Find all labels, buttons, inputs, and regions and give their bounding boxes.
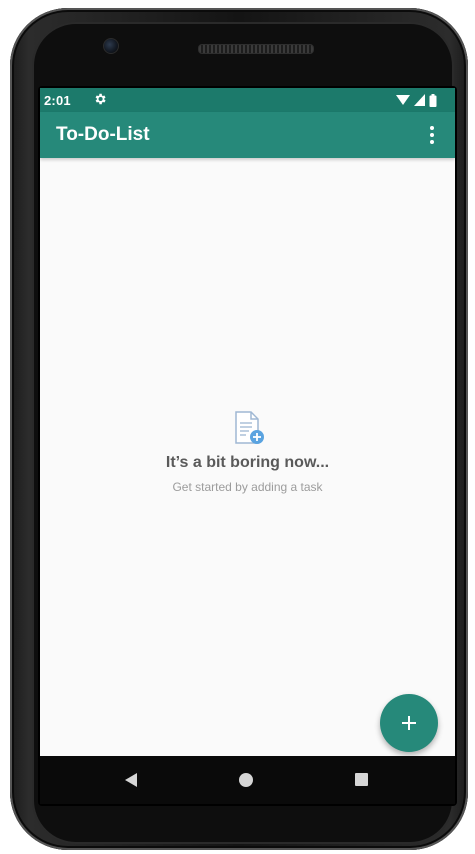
home-icon[interactable] (239, 773, 253, 787)
app-title: To-Do-List (56, 124, 150, 145)
battery-icon (429, 93, 437, 107)
empty-state-title: It’s a bit boring now... (165, 454, 330, 471)
add-task-fab[interactable] (380, 694, 438, 752)
recents-icon[interactable] (355, 773, 368, 786)
add-document-icon (234, 411, 264, 444)
app-screen: 2:01 To-Do-List It’s a bit boring now...… (40, 88, 455, 756)
navigation-bar (40, 756, 455, 804)
overflow-menu-icon[interactable] (419, 121, 445, 149)
status-indicators (396, 93, 437, 107)
status-bar: 2:01 (40, 88, 455, 112)
cellular-signal-icon (414, 94, 425, 106)
plus-icon (402, 716, 416, 730)
settings-gear-icon (95, 93, 106, 105)
back-icon[interactable] (124, 772, 138, 788)
empty-state-subtitle: Get started by adding a task (172, 480, 323, 494)
overflow-dot (430, 133, 434, 137)
earpiece-speaker (198, 44, 314, 54)
app-bar: To-Do-List (40, 112, 455, 158)
front-camera (103, 38, 119, 54)
empty-state: It’s a bit boring now... Get started by … (40, 410, 455, 494)
status-time: 2:01 (44, 93, 71, 108)
wifi-icon (396, 95, 410, 105)
overflow-dot (430, 140, 434, 144)
overflow-dot (430, 126, 434, 130)
device-stage: 2:01 To-Do-List It’s a bit boring now...… (0, 0, 475, 854)
